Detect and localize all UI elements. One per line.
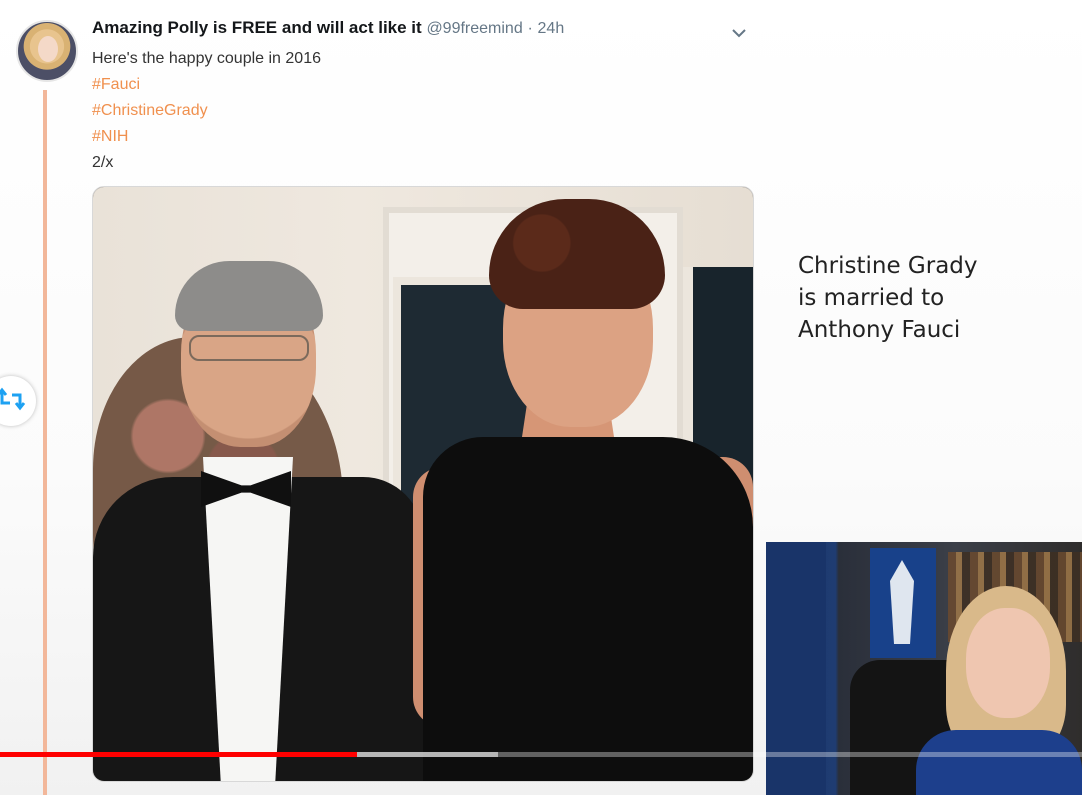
chevron-down-icon[interactable] bbox=[730, 24, 750, 42]
thread-count: 2/x bbox=[92, 154, 114, 171]
retweet-icon bbox=[0, 387, 26, 416]
author-avatar[interactable] bbox=[16, 20, 78, 82]
webcam-overlay bbox=[766, 542, 1082, 795]
caption-line: Anthony Fauci bbox=[798, 317, 961, 343]
tweet-text-line: Here's the happy couple in 2016 bbox=[92, 50, 321, 67]
video-frame[interactable]: Amazing Polly is FREE and will act like … bbox=[0, 0, 1082, 795]
caption-line: is married to bbox=[798, 285, 945, 311]
author-name[interactable]: Amazing Polly is FREE and will act like … bbox=[92, 18, 422, 37]
tweet-photo[interactable] bbox=[92, 186, 754, 782]
hashtag-nih[interactable]: #NIH bbox=[92, 124, 321, 150]
video-progress-played[interactable] bbox=[0, 752, 357, 757]
slide-caption: Christine Grady is married to Anthony Fa… bbox=[798, 250, 978, 346]
thread-line bbox=[43, 90, 47, 795]
caption-line: Christine Grady bbox=[798, 253, 978, 279]
tweet-header: Amazing Polly is FREE and will act like … bbox=[92, 18, 564, 38]
hashtag-fauci[interactable]: #Fauci bbox=[92, 72, 321, 98]
meta-separator: · bbox=[527, 20, 533, 37]
hashtag-christinegrady[interactable]: #ChristineGrady bbox=[92, 98, 321, 124]
author-handle[interactable]: @99freemind bbox=[426, 20, 522, 37]
retweet-button[interactable] bbox=[0, 376, 36, 426]
photo-woman bbox=[423, 437, 753, 781]
tweet-body: Here's the happy couple in 2016 #Fauci #… bbox=[92, 46, 321, 176]
tweet-time[interactable]: 24h bbox=[538, 20, 565, 37]
